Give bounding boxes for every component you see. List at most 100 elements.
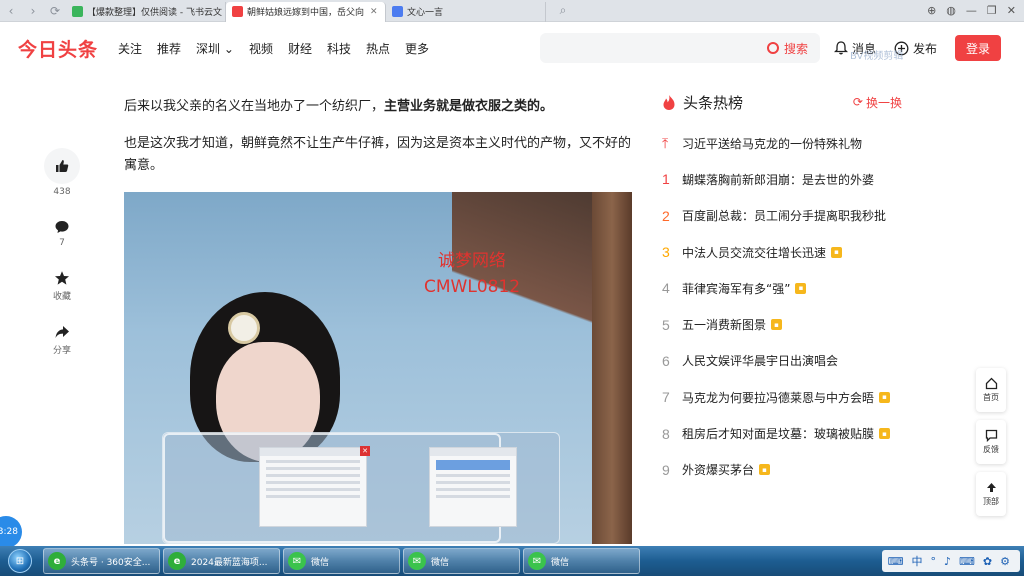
taskbar-item-label: 微信 (431, 557, 450, 568)
globe-icon[interactable]: ◍ (946, 4, 956, 17)
new-badge-icon: ▪ (759, 464, 771, 476)
start-button[interactable]: ⊞ (0, 546, 40, 576)
hot-item-rank: 4 (662, 280, 670, 297)
preview-thumbnail-wechat-1[interactable]: ✕ (259, 446, 370, 527)
hot-list-item[interactable]: 1 蝴蝶落胸前新郎泪崩：是去世的外婆 (662, 161, 902, 197)
hot-item-text: 中法人员交流交往增长迅速 (682, 245, 827, 260)
hot-list-item[interactable]: 9 外资爆买茅台 ▪ (662, 452, 902, 488)
taskbar-item-360-browser-2[interactable]: e 2024最新蓝海项... (163, 548, 280, 574)
like-count: 438 (53, 187, 71, 197)
tab-wenxin[interactable]: 文心一言 (386, 1, 546, 22)
taskbar-item-label: 2024最新蓝海项... (191, 557, 268, 568)
download-icon[interactable]: ⊕ (927, 4, 936, 17)
new-badge-icon: ▪ (771, 319, 783, 331)
comment-icon[interactable] (54, 219, 70, 235)
home-label: 首页 (983, 393, 999, 402)
taskbar-item-label: 头条号 · 360安全... (71, 557, 151, 568)
wenxin-favicon-icon (392, 6, 403, 17)
hot-item-text: 蝴蝶落胸前新郎泪崩：是去世的外婆 (682, 172, 875, 187)
close-tab-icon[interactable]: ✕ (370, 7, 378, 17)
minimize-icon[interactable]: — (966, 4, 977, 17)
microphone-icon[interactable]: ♪ (944, 555, 951, 568)
search-button[interactable]: 搜索 (784, 40, 808, 57)
search-input[interactable]: 搜索 (540, 33, 820, 63)
nav-item-city[interactable]: 深圳 ⌄ (196, 40, 234, 57)
taskbar-item-wechat-3[interactable]: ✉ 微信 (523, 548, 640, 574)
new-badge-icon: ▪ (879, 428, 891, 440)
arrow-up-icon (986, 483, 996, 492)
hot-list-item[interactable]: 3 中法人员交流交往增长迅速 ▪ (662, 234, 902, 270)
keyboard-icon[interactable]: ⌨ (959, 555, 975, 568)
360-browser-icon: e (48, 552, 66, 570)
top-watermark: BV视频剪辑 (850, 51, 904, 62)
hot-list-panel: 头条热榜 ⟳ 换一换 ⤒ 习近平送给马克龙的一份特殊礼物 1 蝴蝶落胸前新郎泪崩… (662, 92, 902, 488)
new-badge-icon: ▪ (795, 282, 807, 294)
hot-list-item[interactable]: ⤒ 习近平送给马克龙的一份特殊礼物 (662, 125, 902, 161)
new-badge-icon: ▪ (879, 391, 891, 403)
tab-search-icon[interactable]: ⌕ (552, 0, 574, 22)
tab-toutiao-article[interactable]: 朝鲜姑娘远嫁到中国，岳父向 ✕ (226, 1, 386, 22)
login-button[interactable]: 登录 (955, 35, 1002, 61)
skin-icon[interactable]: ✿ (983, 555, 992, 568)
tab-label: 文心一言 (407, 8, 444, 18)
settings-icon[interactable]: ⚙ (1000, 555, 1010, 568)
refresh-button[interactable]: ⟳ 换一换 (853, 94, 902, 111)
system-tray: ⌨ 中 ° ♪ ⌨ ✿ ⚙ (881, 550, 1020, 572)
nav-item-recommend[interactable]: 推荐 (157, 40, 181, 57)
punctuation-icon[interactable]: ° (930, 555, 936, 568)
main-nav: 关注 推荐 深圳 ⌄ 视频 财经 科技 热点 更多 (118, 40, 429, 57)
back-icon[interactable]: ‹ (0, 0, 22, 22)
refresh-label: 换一换 (865, 95, 902, 110)
hot-list-item[interactable]: 8 租房后才知对面是坟墓：玻璃被贴膜 ▪ (662, 415, 902, 451)
hot-list-item[interactable]: 5 五一消费新图景 ▪ (662, 306, 902, 342)
nav-item-more[interactable]: 更多 (405, 40, 429, 57)
article-paragraph-1: 后来以我父亲的名义在当地办了一个纺织厂，主营业务就是做衣服之类的。 (124, 96, 636, 118)
taskbar-item-wechat-2[interactable]: ✉ 微信 (403, 548, 520, 574)
windows-logo-icon: ⊞ (8, 549, 32, 573)
feedback-button[interactable]: 反馈 (976, 420, 1006, 464)
nav-item-follow[interactable]: 关注 (118, 40, 142, 57)
restore-icon[interactable]: ❐ (987, 4, 997, 17)
hot-item-text: 马克龙为何要拉冯德莱恩与中方会晤 (682, 390, 875, 405)
hot-list-item[interactable]: 2 百度副总裁：员工闹分手提离职我秒批 (662, 198, 902, 234)
close-window-icon[interactable]: ✕ (1007, 4, 1016, 17)
star-icon[interactable] (54, 270, 70, 286)
image-watermark: 诚梦网络 CMWL0812 (424, 248, 520, 300)
pinned-top-icon: ⤒ (662, 134, 669, 151)
windows-taskbar: ⊞ e 头条号 · 360安全... e 2024最新蓝海项... ✉ 微信 ✉… (0, 546, 1024, 576)
browser-tab-bar: ‹ › ⟳ 【爆款整理】仅供阅读 - 飞书云文 朝鲜姑娘远嫁到中国，岳父向 ✕ … (0, 0, 1024, 22)
nav-item-video[interactable]: 视频 (249, 40, 273, 57)
taskbar-item-360-browser-1[interactable]: e 头条号 · 360安全... (43, 548, 160, 574)
hot-list-item[interactable]: 7 马克龙为何要拉冯德莱恩与中方会晤 ▪ (662, 379, 902, 415)
nav-item-tech[interactable]: 科技 (327, 40, 351, 57)
refresh-icon: ⟳ (852, 95, 863, 109)
forward-icon[interactable]: › (22, 0, 44, 22)
hot-item-rank: 6 (662, 352, 670, 369)
nav-item-finance[interactable]: 财经 (288, 40, 312, 57)
tab-label: 【爆款整理】仅供阅读 - 飞书云文 (87, 8, 222, 18)
like-button[interactable] (44, 148, 80, 184)
tab-feishu[interactable]: 【爆款整理】仅供阅读 - 飞书云文 (66, 1, 226, 22)
reload-icon[interactable]: ⟳ (44, 0, 66, 22)
hot-item-rank: 3 (662, 244, 670, 261)
taskbar-window-preview[interactable]: ✕ (162, 432, 560, 544)
chevron-down-icon: ⌄ (223, 41, 234, 56)
input-method-icon[interactable]: ⌨ (888, 555, 904, 568)
preview-thumbnail-wechat-2[interactable] (429, 447, 517, 527)
hot-item-rank: 9 (662, 461, 670, 478)
ime-language[interactable]: 中 (911, 553, 922, 569)
toutiao-logo[interactable]: 今日头条 (18, 35, 98, 62)
hot-item-text: 五一消费新图景 (682, 318, 767, 333)
close-preview-icon[interactable]: ✕ (360, 446, 370, 456)
hot-list-item[interactable]: 4 菲律宾海军有多“强” ▪ (662, 270, 902, 306)
hot-list-item[interactable]: 6 人民文娱评华晨宇日出演唱会 (662, 343, 902, 379)
hot-item-rank: 8 (662, 425, 670, 442)
hot-item-text: 习近平送给马克龙的一份特殊礼物 (682, 136, 863, 151)
share-icon[interactable] (54, 324, 70, 340)
back-to-top-button[interactable]: 顶部 (976, 472, 1006, 516)
taskbar-item-wechat-1[interactable]: ✉ 微信 (283, 548, 400, 574)
home-button[interactable]: 首页 (976, 368, 1006, 412)
wechat-icon: ✉ (288, 552, 306, 570)
nav-item-hot[interactable]: 热点 (366, 40, 390, 57)
floating-tools: 首页 反馈 顶部 (976, 368, 1006, 516)
